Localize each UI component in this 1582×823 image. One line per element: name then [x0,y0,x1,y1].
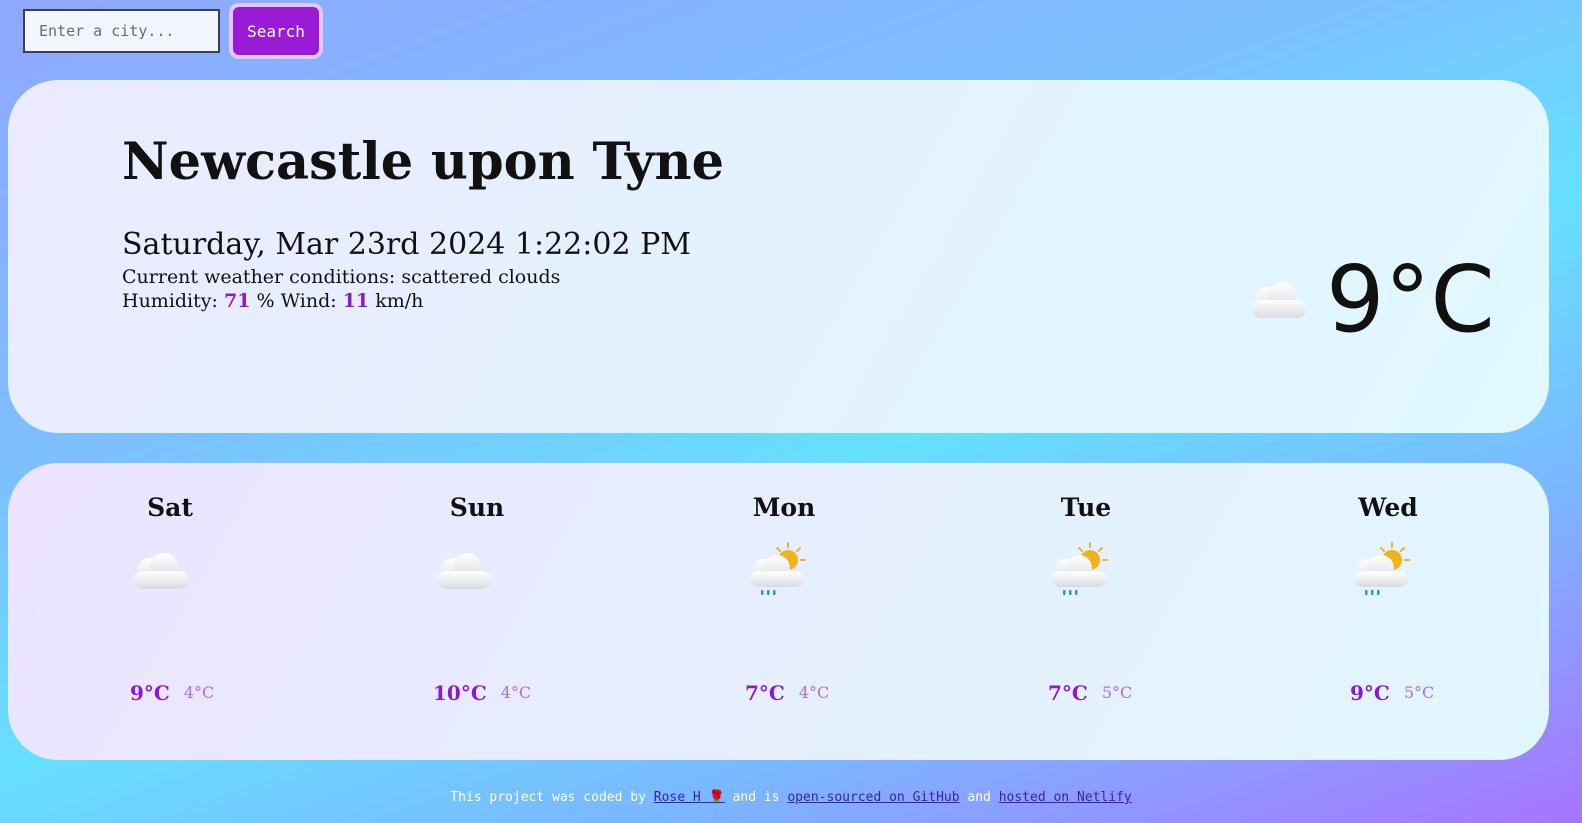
search-form: Search [23,3,323,59]
forecast-temps-tue: 7°C 5°C [1048,681,1132,705]
author-link[interactable]: Rose H 🌹 [654,790,725,805]
conditions-label: Current weather conditions: [122,266,396,288]
footer-text: and is [732,790,780,805]
footer-text: and [967,790,991,805]
forecast-max: 9°C [130,681,170,705]
city-title: Newcastle upon Tyne [122,132,725,192]
current-temperature: 9°C [1326,246,1495,353]
humidity-wind-line: Humidity: 71 % Wind: 11 km/h [122,290,423,312]
forecast-min: 4°C [798,683,830,702]
forecast-min: 5°C [1101,683,1133,702]
current-weather-card: Newcastle upon Tyne Saturday, Mar 23rd 2… [8,80,1549,433]
humidity-unit: % [256,290,275,312]
footer: This project was coded by Rose H 🌹 and i… [0,790,1582,805]
forecast-min: 5°C [1403,683,1435,702]
wind-label: Wind: [280,290,337,312]
rose-icon: 🌹 [708,790,725,805]
search-button[interactable]: Search [229,3,323,59]
sun-rain-cloud-icon [1046,541,1114,605]
forecast-temps-mon: 7°C 4°C [745,681,829,705]
sun-rain-cloud-icon [744,541,812,605]
forecast-day-sat: Sat [70,493,270,522]
humidity-value: 71 [223,290,251,312]
footer-text: This project was coded by [450,790,646,805]
forecast-min: 4°C [500,683,532,702]
cloud-icon [1246,280,1310,328]
forecast-temps-wed: 9°C 5°C [1350,681,1434,705]
forecast-day-name: Wed [1358,493,1418,522]
forecast-day-wed: Wed [1288,493,1488,522]
forecast-day-mon: Mon [684,493,884,522]
humidity-label: Humidity: [122,290,218,312]
github-link[interactable]: open-sourced on GitHub [787,790,959,805]
forecast-day-tue: Tue [986,493,1186,522]
cloud-icon [431,551,495,599]
conditions-value: scattered clouds [401,266,561,288]
wind-value: 11 [342,290,370,312]
forecast-max: 9°C [1350,681,1390,705]
forecast-day-sun: Sun [377,493,577,522]
forecast-max: 7°C [745,681,785,705]
wind-unit: km/h [375,290,424,312]
author-name: Rose H [653,790,701,805]
forecast-day-name: Sat [147,493,193,522]
forecast-card: Sat 9°C 4°C Sun 10°C 4°C Mon 7°C 4°C Tue… [8,463,1549,760]
forecast-temps-sat: 9°C 4°C [130,681,214,705]
forecast-day-name: Sun [449,493,505,522]
netlify-link[interactable]: hosted on Netlify [999,790,1132,805]
date-time: Saturday, Mar 23rd 2024 1:22:02 PM [122,227,691,262]
forecast-min: 4°C [183,683,215,702]
forecast-day-name: Tue [1060,493,1112,522]
sun-rain-cloud-icon [1348,541,1416,605]
forecast-temps-sun: 10°C 4°C [433,681,531,705]
forecast-day-name: Mon [752,493,816,522]
conditions-line: Current weather conditions: scattered cl… [122,266,560,288]
cloud-icon [128,551,192,599]
forecast-max: 10°C [433,681,487,705]
search-input[interactable] [23,9,220,53]
forecast-max: 7°C [1048,681,1088,705]
